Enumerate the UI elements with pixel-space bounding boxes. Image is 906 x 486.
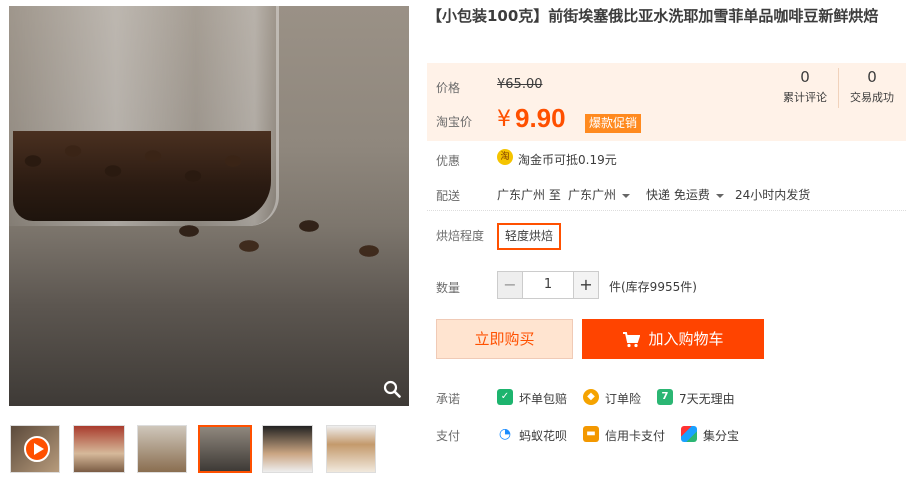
play-icon: [24, 436, 50, 462]
quantity-label: 数量: [436, 281, 461, 295]
thumbnail-4-selected[interactable]: [198, 425, 252, 473]
thumbnail-5[interactable]: [262, 425, 313, 473]
buy-now-button[interactable]: 立即购买: [436, 319, 573, 359]
section-divider: [427, 210, 906, 211]
payment-item-1[interactable]: 蚂蚁花呗: [519, 427, 567, 444]
shipping-destination: 广东广州: [568, 188, 617, 202]
promo-badge: 爆款促销: [585, 114, 642, 133]
price-label: 价格: [436, 81, 461, 95]
add-to-cart-button[interactable]: 加入购物车: [582, 319, 764, 359]
review-count: 0: [800, 68, 810, 86]
quantity-stepper: − 1 +: [497, 271, 599, 299]
review-count-label: 累计评论: [783, 91, 827, 104]
zoom-icon[interactable]: [383, 380, 401, 398]
jifenbao-icon: [681, 426, 697, 442]
scattered-beans-graphic: [159, 191, 409, 281]
guarantee-icon: ✓: [497, 389, 513, 405]
chevron-down-icon: [715, 193, 724, 198]
thumbnail-2[interactable]: [73, 425, 125, 473]
payment-label: 支付: [436, 429, 461, 443]
stock-info: 件(库存9955件): [609, 280, 697, 294]
promise-item-2[interactable]: 订单险: [605, 390, 641, 407]
promise-item-1[interactable]: 坏单包赔: [519, 390, 567, 407]
thumbnail-6[interactable]: [326, 425, 376, 473]
shipping-label: 配送: [436, 189, 461, 203]
shipping-method-select[interactable]: 快递 免运费: [646, 186, 724, 203]
shipping-from: 广东广州 至: [497, 188, 561, 202]
huabei-icon: ◔: [497, 426, 513, 442]
add-to-cart-label: 加入购物车: [648, 330, 724, 348]
shipping-destination-select[interactable]: 广东广州: [568, 186, 631, 203]
credit-card-icon: ▬: [583, 426, 599, 442]
promise-item-3[interactable]: 7天无理由: [679, 390, 735, 407]
chevron-down-icon: [622, 193, 631, 198]
sales-count-label: 交易成功: [850, 91, 894, 104]
seven-day-return-icon: 7: [657, 389, 673, 405]
decrease-quantity-button[interactable]: −: [497, 271, 523, 299]
payment-item-3[interactable]: 集分宝: [703, 427, 739, 444]
thumbnail-video[interactable]: [10, 425, 60, 473]
discount-text: 淘金币可抵0.19元: [518, 153, 617, 167]
quantity-input[interactable]: 1: [523, 271, 573, 299]
taobao-price-label: 淘宝价: [436, 115, 473, 129]
stat-divider: [838, 68, 839, 108]
discount-label: 优惠: [436, 154, 461, 168]
review-count-stat[interactable]: 0 累计评论: [775, 68, 835, 105]
shipping-method: 快递 免运费: [646, 188, 710, 202]
thumbnail-3[interactable]: [137, 425, 187, 473]
shopping-cart-icon: [623, 331, 641, 347]
product-title: 【小包装100克】前街埃塞俄比亚水洗耶加雪菲单品咖啡豆新鲜烘焙: [427, 7, 879, 25]
payment-item-2[interactable]: 信用卡支付: [605, 427, 665, 444]
taojinbi-coin-icon: 淘: [497, 149, 513, 165]
sales-count-stat: 0 交易成功: [842, 68, 902, 105]
current-price: 9.90: [515, 103, 566, 133]
roast-option-light[interactable]: 轻度烘焙: [497, 223, 562, 250]
currency-symbol: ¥: [497, 107, 511, 132]
dispatch-time: 24小时内发货: [735, 188, 811, 202]
sales-count: 0: [867, 68, 877, 86]
roast-level-label: 烘焙程度: [436, 229, 485, 243]
main-product-image[interactable]: [9, 6, 409, 406]
original-price: ¥65.00: [497, 77, 543, 92]
increase-quantity-button[interactable]: +: [573, 271, 599, 299]
promise-label: 承诺: [436, 392, 461, 406]
order-insurance-icon: ◆: [583, 389, 599, 405]
